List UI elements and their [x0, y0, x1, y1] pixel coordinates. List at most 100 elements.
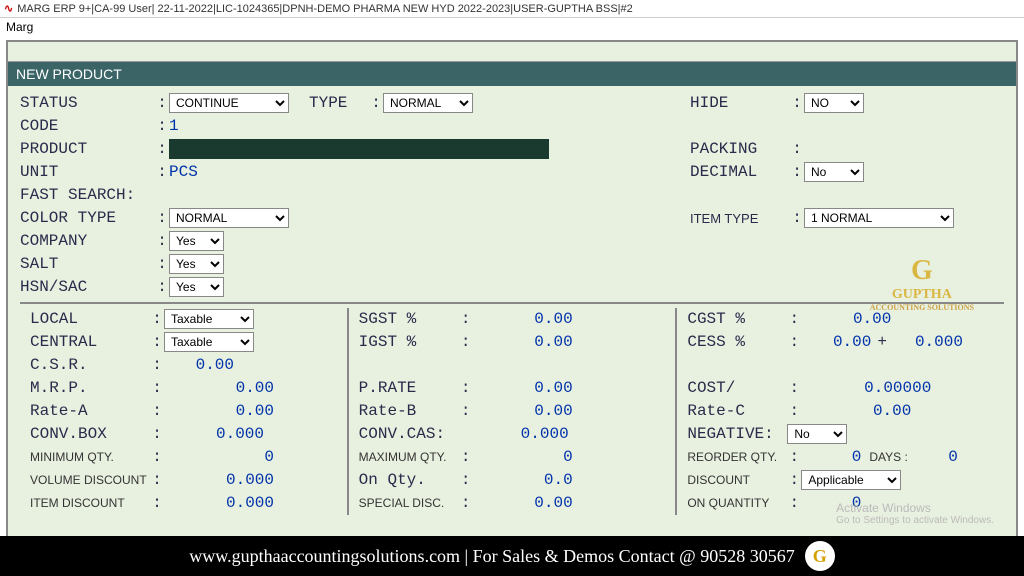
negative-select[interactable]: No: [787, 424, 847, 444]
form-area: STATUS : CONTINUE TYPE : NORMAL HIDE : N…: [8, 86, 1016, 521]
prate-value: 0.00: [473, 379, 573, 397]
status-select[interactable]: CONTINUE: [169, 93, 289, 113]
label-itemtype: ITEM TYPE: [690, 211, 790, 226]
salt-select[interactable]: Yes: [169, 254, 224, 274]
watermark-g: G: [911, 255, 933, 286]
label-cgst: CGST %: [687, 310, 787, 328]
discount-select[interactable]: Applicable: [801, 470, 901, 490]
divider: [20, 302, 1004, 304]
watermark-name: GUPTHA: [870, 287, 974, 303]
label-cess: CESS %: [687, 333, 787, 351]
convcas-value: 0.000: [459, 425, 569, 443]
product-input[interactable]: [169, 139, 549, 159]
label-plus: +: [871, 333, 893, 351]
company-select[interactable]: Yes: [169, 231, 224, 251]
label-sgst: SGST %: [359, 310, 459, 328]
label-decimal: DECIMAL: [690, 163, 790, 181]
footer-banner: www.gupthaaccountingsolutions.com | For …: [0, 536, 1024, 576]
colortype-select[interactable]: NORMAL: [169, 208, 289, 228]
label-unit: UNIT: [20, 163, 155, 181]
onqty-value: 0.0: [473, 471, 573, 489]
watermark-sub: ACCOUNTING SOLUTIONS: [870, 303, 974, 312]
label-itemdisc: ITEM DISCOUNT: [30, 496, 150, 510]
activate-windows-overlay: Activate Windows Go to Settings to activ…: [836, 501, 994, 526]
label-packing: PACKING: [690, 140, 790, 158]
cost-value: 0.00000: [801, 379, 931, 397]
hsnsac-select[interactable]: Yes: [169, 277, 224, 297]
menubar[interactable]: Marg: [0, 18, 1024, 36]
label-days: DAYS :: [861, 450, 907, 464]
label-ratec: Rate-C: [687, 402, 787, 420]
mrp-value: 0.00: [164, 379, 274, 397]
tax-rate-section: LOCAL:Taxable CENTRAL:Taxable C.S.R.:0.0…: [20, 308, 1004, 515]
label-reorder: REORDER QTY.: [687, 450, 787, 464]
menu-marg[interactable]: Marg: [6, 20, 33, 34]
label-prate: P.RATE: [359, 379, 459, 397]
watermark-logo: G GUPTHA ACCOUNTING SOLUTIONS: [870, 255, 974, 312]
col-mid: SGST %:0.00 IGST %:0.00 P.RATE:0.00 Rate…: [349, 308, 678, 515]
label-ratea: Rate-A: [30, 402, 150, 420]
convbox-value: 0.000: [164, 425, 264, 443]
label-specdisc: SPECIAL DISC.: [359, 496, 459, 510]
specdisc-value: 0.00: [473, 494, 573, 512]
cess1-value: 0.00: [801, 333, 871, 351]
label-convcas: CONV.CAS:: [359, 425, 459, 443]
voldisc-value: 0.000: [164, 471, 274, 489]
label-hsnsac: HSN/SAC: [20, 278, 155, 296]
sgst-value: 0.00: [473, 310, 573, 328]
label-salt: SALT: [20, 255, 155, 273]
label-minqty: MINIMUM QTY.: [30, 450, 150, 464]
local-select[interactable]: Taxable: [164, 309, 254, 329]
itemtype-select[interactable]: 1 NORMAL: [804, 208, 954, 228]
reorder-value: 0: [801, 448, 861, 466]
app-logo-icon: ∿: [4, 2, 13, 15]
igst-value: 0.00: [473, 333, 573, 351]
label-onquantity: ON QUANTITY: [687, 496, 787, 510]
unit-value: PCS: [169, 163, 198, 181]
activate-line2: Go to Settings to activate Windows.: [836, 515, 994, 526]
label-voldisc: VOLUME DISCOUNT: [30, 473, 150, 487]
label-fastsearch: FAST SEARCH:: [20, 186, 170, 204]
maxqty-value: 0: [473, 448, 573, 466]
label-discount: DISCOUNT: [687, 473, 787, 487]
col-left: LOCAL:Taxable CENTRAL:Taxable C.S.R.:0.0…: [20, 308, 349, 515]
page-title: NEW PRODUCT: [8, 62, 1016, 86]
cess2-value: 0.000: [893, 333, 963, 351]
label-mrp: M.R.P.: [30, 379, 150, 397]
footer-logo-icon: G: [805, 541, 835, 571]
label-onqty: On Qty.: [359, 471, 459, 489]
type-select[interactable]: NORMAL: [383, 93, 473, 113]
activate-line1: Activate Windows: [836, 501, 994, 515]
rateb-value: 0.00: [473, 402, 573, 420]
footer-text: www.gupthaaccountingsolutions.com | For …: [189, 546, 794, 567]
central-select[interactable]: Taxable: [164, 332, 254, 352]
tab-row: [8, 42, 1016, 62]
label-convbox: CONV.BOX: [30, 425, 150, 443]
decimal-select[interactable]: No: [804, 162, 864, 182]
ratec-value: 0.00: [801, 402, 911, 420]
label-csr: C.S.R.: [30, 356, 150, 374]
label-hide: HIDE: [690, 94, 790, 112]
cgst-value: 0.00: [801, 310, 891, 328]
label-local: LOCAL: [30, 310, 150, 328]
label-igst: IGST %: [359, 333, 459, 351]
label-type: TYPE: [309, 94, 369, 112]
csr-value: 0.00: [164, 356, 234, 374]
hide-select[interactable]: NO: [804, 93, 864, 113]
label-rateb: Rate-B: [359, 402, 459, 420]
window-body: NEW PRODUCT STATUS : CONTINUE TYPE : NOR…: [6, 40, 1018, 540]
code-value: 1: [169, 117, 179, 135]
label-maxqty: MAXIMUM QTY.: [359, 450, 459, 464]
titlebar: ∿ MARG ERP 9+|CA-99 User| 22-11-2022|LIC…: [0, 0, 1024, 18]
titlebar-text: MARG ERP 9+|CA-99 User| 22-11-2022|LIC-1…: [17, 3, 633, 15]
label-colortype: COLOR TYPE: [20, 209, 155, 227]
label-status: STATUS: [20, 94, 155, 112]
label-product: PRODUCT: [20, 140, 155, 158]
label-negative: NEGATIVE:: [687, 425, 787, 443]
days-value: 0: [908, 448, 958, 466]
label-code: CODE: [20, 117, 155, 135]
label-company: COMPANY: [20, 232, 155, 250]
minqty-value: 0: [164, 448, 274, 466]
itemdisc-value: 0.000: [164, 494, 274, 512]
label-cost: COST/: [687, 379, 787, 397]
